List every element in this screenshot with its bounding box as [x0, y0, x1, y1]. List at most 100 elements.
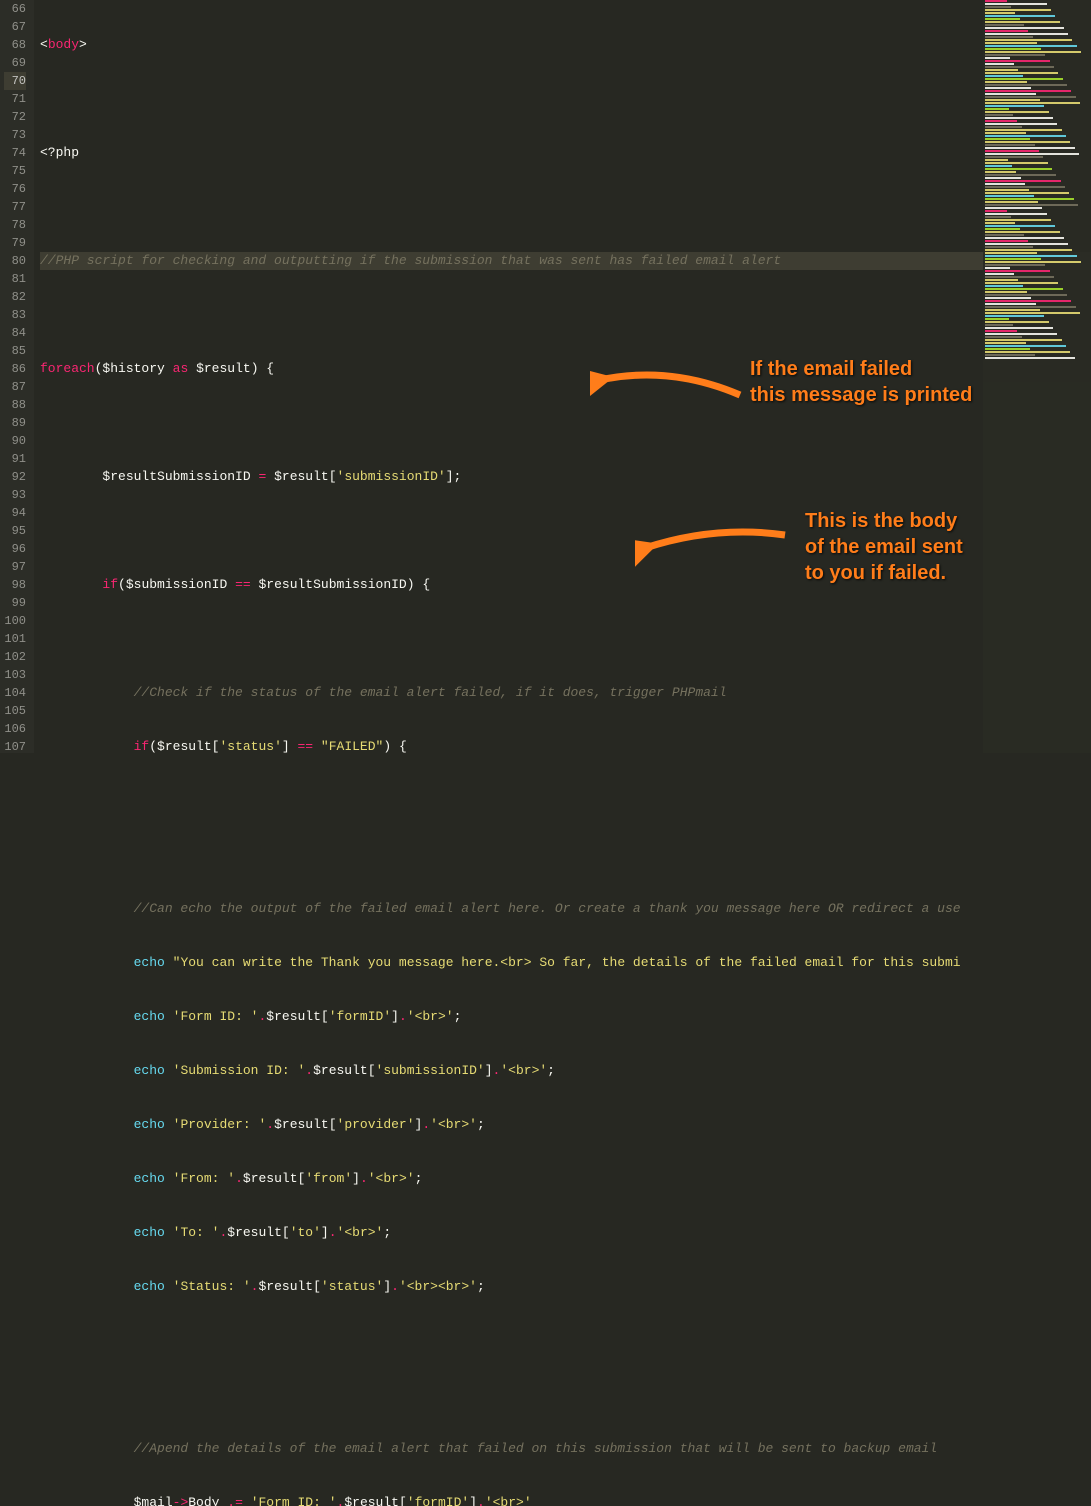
line-number: 99 [4, 594, 26, 612]
html-tag: body [48, 37, 79, 52]
string: 'Status: ' [173, 1279, 251, 1294]
string: 'submissionID' [376, 1063, 485, 1078]
keyword-if: if [134, 739, 150, 754]
string: 'From: ' [173, 1171, 235, 1186]
string: "FAILED" [321, 739, 383, 754]
string: '<br>' [500, 1063, 547, 1078]
line-number: 90 [4, 432, 26, 450]
comment: //Apend the details of the email alert t… [134, 1441, 938, 1456]
code-editor[interactable]: 6667686970717273747576777879808182838485… [0, 0, 1091, 753]
line-number: 70 [4, 72, 26, 90]
line-number: 92 [4, 468, 26, 486]
line-number: 79 [4, 234, 26, 252]
line-number: 107 [4, 738, 26, 756]
line-number: 93 [4, 486, 26, 504]
line-number: 94 [4, 504, 26, 522]
prop-body: Body [188, 1495, 219, 1506]
var: $result [157, 739, 212, 754]
line-number: 77 [4, 198, 26, 216]
line-number: 83 [4, 306, 26, 324]
keyword-echo: echo [134, 1117, 165, 1132]
string: 'To: ' [173, 1225, 220, 1240]
php-open: <?php [40, 145, 79, 160]
line-number: 102 [4, 648, 26, 666]
line-number: 78 [4, 216, 26, 234]
line-number: 72 [4, 108, 26, 126]
line-number: 101 [4, 630, 26, 648]
var-history: $history [102, 361, 164, 376]
keyword-echo: echo [134, 1171, 165, 1186]
line-number: 66 [4, 0, 26, 18]
line-number: 103 [4, 666, 26, 684]
line-number: 88 [4, 396, 26, 414]
line-number: 98 [4, 576, 26, 594]
var: $result [274, 469, 329, 484]
var: $result [266, 1009, 321, 1024]
string: 'formID' [407, 1495, 469, 1506]
line-number: 85 [4, 342, 26, 360]
string: 'status' [321, 1279, 383, 1294]
var-result: $result [196, 361, 251, 376]
line-number: 71 [4, 90, 26, 108]
string: 'Submission ID: ' [173, 1063, 306, 1078]
line-number-gutter: 6667686970717273747576777879808182838485… [0, 0, 34, 753]
var: $submissionID [126, 577, 227, 592]
line-number: 84 [4, 324, 26, 342]
line-number: 81 [4, 270, 26, 288]
string: 'to' [290, 1225, 321, 1240]
keyword-echo: echo [134, 1225, 165, 1240]
string: '<br>' [368, 1171, 415, 1186]
line-number: 106 [4, 720, 26, 738]
var: $result [243, 1171, 298, 1186]
line-number: 82 [4, 288, 26, 306]
line-number: 76 [4, 180, 26, 198]
var: $result [274, 1117, 329, 1132]
var: $result [344, 1495, 399, 1506]
string: 'Form ID: ' [173, 1009, 259, 1024]
string: 'provider' [337, 1117, 415, 1132]
keyword-echo: echo [134, 955, 165, 970]
line-number: 95 [4, 522, 26, 540]
line-number: 68 [4, 36, 26, 54]
keyword-if: if [102, 577, 118, 592]
string: 'status' [219, 739, 281, 754]
line-number: 96 [4, 540, 26, 558]
string: 'Provider: ' [173, 1117, 267, 1132]
string: 'from' [305, 1171, 352, 1186]
line-number: 89 [4, 414, 26, 432]
comment: //Check if the status of the email alert… [134, 685, 727, 700]
line-number: 104 [4, 684, 26, 702]
string: '<br>' [485, 1495, 532, 1506]
string: '<br><br>' [399, 1279, 477, 1294]
line-number: 75 [4, 162, 26, 180]
line-number: 97 [4, 558, 26, 576]
var-mail: $mail [134, 1495, 173, 1506]
string: '<br>' [407, 1009, 454, 1024]
string: '<br>' [430, 1117, 477, 1132]
string: "You can write the Thank you message her… [173, 955, 961, 970]
var: $result [227, 1225, 282, 1240]
var: $result [258, 1279, 313, 1294]
minimap[interactable]: // build minimap pseudo-lines (function(… [983, 0, 1091, 753]
line-number: 100 [4, 612, 26, 630]
keyword-foreach: foreach [40, 361, 95, 376]
line-number: 86 [4, 360, 26, 378]
line-number: 67 [4, 18, 26, 36]
var: $resultSubmissionID [102, 469, 250, 484]
line-number: 80 [4, 252, 26, 270]
comment: //Can echo the output of the failed emai… [134, 901, 961, 916]
line-number: 105 [4, 702, 26, 720]
var: $resultSubmissionID [259, 577, 407, 592]
keyword-echo: echo [134, 1009, 165, 1024]
comment: //PHP script for checking and outputting… [40, 253, 781, 268]
string: 'submissionID' [337, 469, 446, 484]
string: '<br>' [337, 1225, 384, 1240]
keyword-as: as [173, 361, 189, 376]
var: $result [313, 1063, 368, 1078]
line-number: 87 [4, 378, 26, 396]
string: 'formID' [329, 1009, 391, 1024]
keyword-echo: echo [134, 1063, 165, 1078]
line-number: 74 [4, 144, 26, 162]
line-number: 69 [4, 54, 26, 72]
code-area[interactable]: <body> <?php //PHP script for checking a… [34, 0, 1091, 753]
